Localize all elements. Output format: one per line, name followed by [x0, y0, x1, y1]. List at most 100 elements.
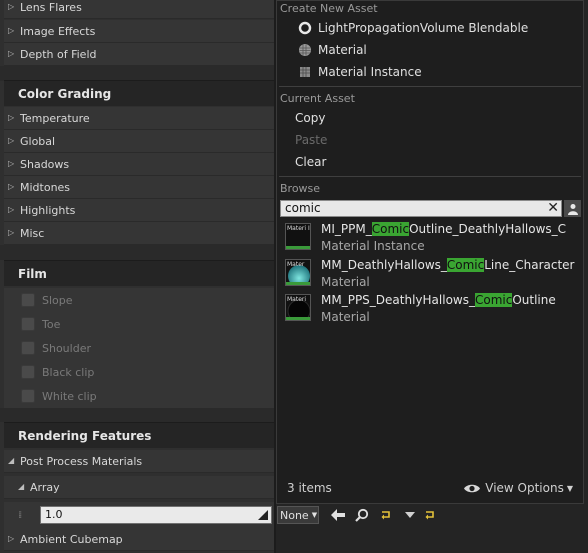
asset-value-text: 1.0	[45, 508, 63, 521]
row-post-process-materials[interactable]: ◢ Post Process Materials	[4, 450, 274, 473]
eye-icon	[464, 484, 481, 492]
row-label: Temperature	[20, 111, 90, 125]
items-count: 3 items	[287, 481, 332, 495]
menu-item-lpv-blendable[interactable]: LightPropagationVolume Blendable	[277, 17, 583, 39]
checkbox-row-white-clip: White clip	[4, 384, 274, 408]
asset-type-color-bar	[286, 317, 310, 320]
asset-thumbnail: Materi	[285, 294, 311, 321]
category-header-rendering-features[interactable]: Rendering Features	[4, 422, 274, 448]
browse-magnifier-icon[interactable]	[355, 508, 369, 522]
row-temperature[interactable]: ▷ Temperature	[4, 107, 274, 130]
asset-row[interactable]: Mater MM_DeathlyHallows_ComicLine_Charac…	[277, 257, 583, 292]
search-highlight: Comic	[474, 293, 513, 307]
thumbnail-label: Materi Instan	[287, 225, 310, 232]
expand-arrow-icon: ▷	[8, 2, 15, 11]
search-highlight: Comic	[371, 222, 410, 236]
row-label: Ambient Cubemap	[20, 532, 123, 546]
category-image-effects[interactable]: ▷ Image Effects	[4, 20, 274, 43]
collapse-arrow-icon: ◢	[18, 482, 25, 491]
search-input[interactable]: comic ✕	[280, 200, 562, 217]
asset-name: MM_PPS_DeathlyHallows_ComicOutline	[321, 293, 556, 307]
row-label: Post Process Materials	[20, 454, 143, 468]
checkbox-label: Shoulder	[42, 341, 91, 355]
chevron-down-icon: ▼	[311, 511, 318, 519]
thumbnail-label: Materi	[287, 296, 307, 303]
asset-combo-dropdown[interactable]: None ▼	[277, 506, 319, 524]
row-highlights[interactable]: ▷ Highlights	[4, 199, 274, 222]
spacer	[0, 245, 274, 260]
expand-arrow-icon: ▷	[8, 205, 15, 214]
asset-name: MM_DeathlyHallows_ComicLine_Character	[321, 258, 575, 272]
row-misc[interactable]: ▷ Misc	[4, 222, 274, 245]
menu-item-material[interactable]: Material	[277, 39, 583, 61]
category-lens-flares[interactable]: ▷ Lens Flares	[4, 0, 274, 19]
checkbox[interactable]	[21, 317, 35, 331]
category-title: Film	[18, 266, 47, 281]
checkbox-label: Slope	[42, 293, 73, 307]
row-label: Midtones	[20, 180, 71, 194]
thumbnail-label: Mater	[287, 261, 305, 268]
expand-arrow-icon: ▷	[8, 182, 15, 191]
row-label: Shadows	[20, 157, 70, 171]
drag-handle-icon[interactable]: ⁞⁞	[18, 510, 23, 521]
menu-item-material-instance[interactable]: Material Instance	[277, 61, 583, 83]
asset-row[interactable]: Materi MM_PPS_DeathlyHallows_ComicOutlin…	[277, 292, 583, 327]
material-sphere-icon	[297, 42, 313, 58]
chevron-down-icon[interactable]	[403, 508, 417, 522]
checkbox[interactable]	[21, 341, 35, 355]
checkbox-label: Toe	[42, 317, 61, 331]
row-label: Misc	[20, 226, 45, 240]
section-header-browse: Browse	[280, 182, 321, 195]
reset-yellow-arrow-icon[interactable]	[379, 508, 393, 522]
user-filter-button[interactable]	[564, 200, 581, 217]
search-text: comic	[285, 201, 321, 215]
row-ambient-cubemap[interactable]: ▷ Ambient Cubemap	[4, 528, 274, 551]
spacer	[0, 66, 274, 81]
expand-arrow-icon: ▷	[8, 113, 15, 122]
combo-value: None	[280, 508, 309, 522]
collapse-arrow-icon: ◢	[8, 456, 15, 465]
row-label: Highlights	[20, 203, 76, 217]
chevron-down-icon: ▼	[566, 483, 573, 493]
checkbox[interactable]	[21, 389, 35, 403]
asset-type: Material Instance	[321, 239, 425, 253]
reset-yellow-arrow-icon[interactable]	[423, 508, 437, 522]
row-midtones[interactable]: ▷ Midtones	[4, 176, 274, 199]
details-panel: ▷ Lens Flares ▷ Image Effects ▷ Depth of…	[0, 0, 274, 553]
category-header-color-grading[interactable]: Color Grading	[4, 80, 274, 106]
category-title: Rendering Features	[18, 428, 152, 443]
row-label: Image Effects	[20, 24, 96, 38]
expand-arrow-icon: ▷	[8, 26, 15, 35]
asset-type: Material	[321, 310, 370, 324]
row-label: Global	[20, 134, 56, 148]
expand-arrow-icon: ▷	[8, 228, 15, 237]
spacer	[0, 408, 274, 422]
category-header-film[interactable]: Film	[4, 260, 274, 286]
row-array[interactable]: ◢ Array	[4, 476, 274, 499]
asset-thumbnail: Mater	[285, 259, 311, 286]
menu-item-paste[interactable]: Paste	[277, 129, 583, 151]
array-element-row: ⁞⁞ 1.0	[4, 502, 274, 528]
asset-type-color-bar	[286, 246, 310, 249]
category-depth-of-field[interactable]: ▷ Depth of Field	[4, 43, 274, 66]
menu-item-clear[interactable]: Clear	[277, 151, 583, 173]
asset-row[interactable]: Materi Instan MI_PPM_ComicOutline_Deathl…	[277, 221, 583, 256]
person-icon	[567, 203, 578, 215]
checkbox[interactable]	[21, 293, 35, 307]
row-shadows[interactable]: ▷ Shadows	[4, 153, 274, 176]
dropdown-corner-icon	[258, 510, 268, 520]
menu-item-copy[interactable]: Copy	[277, 107, 583, 129]
checkbox-row-black-clip: Black clip	[4, 360, 274, 384]
menu-item-label: LightPropagationVolume Blendable	[318, 21, 529, 35]
row-label: Depth of Field	[20, 47, 97, 61]
checkbox[interactable]	[21, 365, 35, 379]
row-label: Lens Flares	[20, 0, 82, 14]
asset-value-field[interactable]: 1.0	[40, 506, 272, 524]
material-instance-icon	[297, 64, 313, 80]
view-options-button[interactable]: View Options ▼	[463, 481, 573, 495]
clear-search-icon[interactable]: ✕	[547, 201, 559, 216]
menu-item-label: Material	[318, 43, 367, 57]
row-global[interactable]: ▷ Global	[4, 130, 274, 153]
category-title: Color Grading	[18, 86, 112, 101]
use-selected-arrow-icon[interactable]	[331, 508, 345, 522]
